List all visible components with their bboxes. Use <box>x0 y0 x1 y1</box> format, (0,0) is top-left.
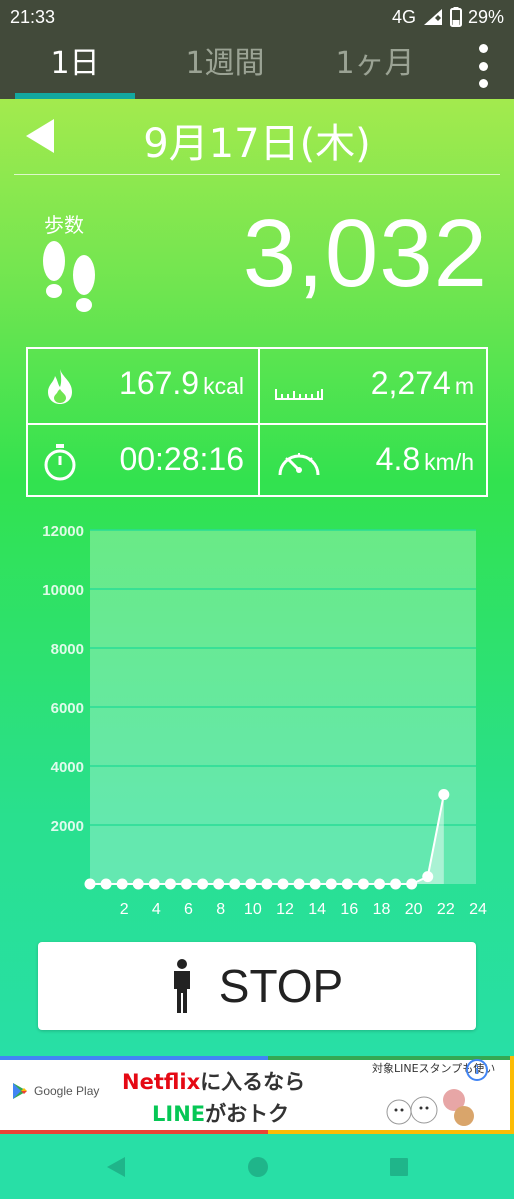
flame-icon <box>48 369 72 404</box>
calories-cell: 167.9 kcal <box>28 349 258 423</box>
nav-back-icon[interactable] <box>105 1156 127 1178</box>
stop-button-label: STOP <box>218 960 344 1012</box>
chart-y-tick-label: 6000 <box>51 700 84 717</box>
divider <box>14 174 500 175</box>
chart-x-tick-label: 12 <box>276 901 294 918</box>
chart-x-tick-label: 2 <box>120 901 129 918</box>
chart-x-tick-label: 20 <box>405 901 423 918</box>
overflow-menu-icon[interactable] <box>472 44 494 88</box>
system-nav-bar <box>0 1134 514 1199</box>
chart-y-tick-label: 12000 <box>42 523 84 540</box>
chart-x-tick-label: 18 <box>373 901 391 918</box>
stopwatch-icon <box>44 444 76 481</box>
chart-data-point <box>293 878 305 890</box>
distance-unit: m <box>454 373 474 399</box>
google-play-badge: Google Play <box>12 1082 99 1100</box>
chart-data-point <box>116 878 128 890</box>
ad-info-icon[interactable]: i <box>466 1059 488 1081</box>
battery-icon <box>449 7 462 27</box>
date-header: 9月17日(木) <box>0 99 514 175</box>
chart-data-point <box>229 878 241 890</box>
chart-x-tick-label: 16 <box>340 901 358 918</box>
hourly-steps-chart: 12000 10000 8000 6000 4000 2000 2 4 6 8 10 12 14 16 18… <box>0 515 514 925</box>
google-play-label: Google Play <box>34 1084 100 1098</box>
steps-count: 3,032 <box>242 200 488 307</box>
ruler-icon <box>275 389 323 400</box>
nav-home-icon[interactable] <box>247 1156 269 1178</box>
chart-y-tick-label: 10000 <box>42 582 84 599</box>
stats-grid: 167.9 kcal 2,274 m 00:28:16 4.8 km/h <box>26 347 488 497</box>
ad-banner[interactable]: Google Play Netflixに入るなら LINEがおトク 対象LINE… <box>0 1056 514 1134</box>
chart-data-point <box>277 878 289 890</box>
footprints-icon <box>43 241 95 312</box>
chart-data-point <box>245 878 257 890</box>
signal-icon <box>423 9 442 25</box>
period-tabs: 1日 1週間 1ヶ月 <box>0 34 514 99</box>
chart-data-point <box>197 878 209 890</box>
speed-unit: km/h <box>424 449 474 475</box>
chart-data-point <box>422 871 434 883</box>
steps-label: 歩数 <box>44 213 84 237</box>
nav-recents-icon[interactable] <box>389 1157 409 1177</box>
chart-y-tick-label: 2000 <box>51 818 84 835</box>
duration-cell: 00:28:16 <box>28 423 258 497</box>
chart-data-point <box>438 789 450 801</box>
chart-y-tick-label: 8000 <box>51 641 84 658</box>
chart-data-point <box>390 878 402 890</box>
stop-button[interactable]: STOP <box>38 942 476 1030</box>
calories-value: 167.9 <box>119 365 200 401</box>
chart-data-point <box>261 878 273 890</box>
calories-unit: kcal <box>203 373 244 399</box>
chart-data-point <box>164 878 176 890</box>
chart-x-tick-label: 6 <box>184 901 193 918</box>
chart-data-point <box>181 878 192 890</box>
speed-value: 4.8 <box>375 441 421 477</box>
distance-value: 2,274 <box>370 365 451 401</box>
clock: 21:33 <box>10 6 56 27</box>
chart-y-tick-label: 4000 <box>51 759 84 776</box>
status-bar: 21:33 4G 29% <box>0 0 514 34</box>
tab-week[interactable]: 1週間 <box>150 34 300 99</box>
chart-data-point <box>148 878 160 890</box>
chart-data-point <box>213 878 225 890</box>
chart-data-point <box>132 878 144 890</box>
battery-percent: 29% <box>467 6 504 27</box>
status-icons: 4G 29% <box>392 7 504 28</box>
chart-data-point <box>374 878 385 890</box>
speedometer-icon <box>278 453 320 476</box>
distance-cell: 2,274 m <box>258 349 488 423</box>
main-content: 9月17日(木) 歩数 3,032 167.9 kcal 2,274 m 00:… <box>0 99 514 1056</box>
ad-headline-1: Netflixに入るなら <box>122 1070 306 1094</box>
chart-x-tick-label: 4 <box>152 901 161 918</box>
speed-cell: 4.8 km/h <box>258 423 488 497</box>
chart-x-tick-label: 10 <box>244 901 262 918</box>
tab-day[interactable]: 1日 <box>0 34 150 99</box>
tab-month[interactable]: 1ヶ月 <box>300 34 450 99</box>
chart-x-tick-label: 24 <box>469 901 487 918</box>
chart-data-point <box>309 878 321 890</box>
duration-value: 00:28:16 <box>119 441 244 477</box>
play-store-icon <box>13 1083 27 1099</box>
chart-data-point <box>100 878 112 890</box>
chart-data-point <box>325 878 337 890</box>
chart-x-tick-label: 8 <box>216 901 225 918</box>
person-icon <box>173 959 190 1013</box>
chart-data-point <box>84 878 96 890</box>
chart-x-tick-label: 14 <box>308 901 326 918</box>
chart-data-point <box>357 878 369 890</box>
sticker-illustration <box>386 1089 474 1126</box>
network-type: 4G <box>391 6 416 27</box>
chart-x-tick-label: 22 <box>437 901 455 918</box>
ad-headline-2: LINEがおトク <box>152 1102 290 1126</box>
chart-data-point <box>406 878 418 890</box>
chart-svg: 120001000080006000400020002 4 6 8 10 12 14 16 18… <box>42 523 487 918</box>
chart-data-point <box>341 878 353 890</box>
date-label: 9月17日(木) <box>143 121 371 167</box>
